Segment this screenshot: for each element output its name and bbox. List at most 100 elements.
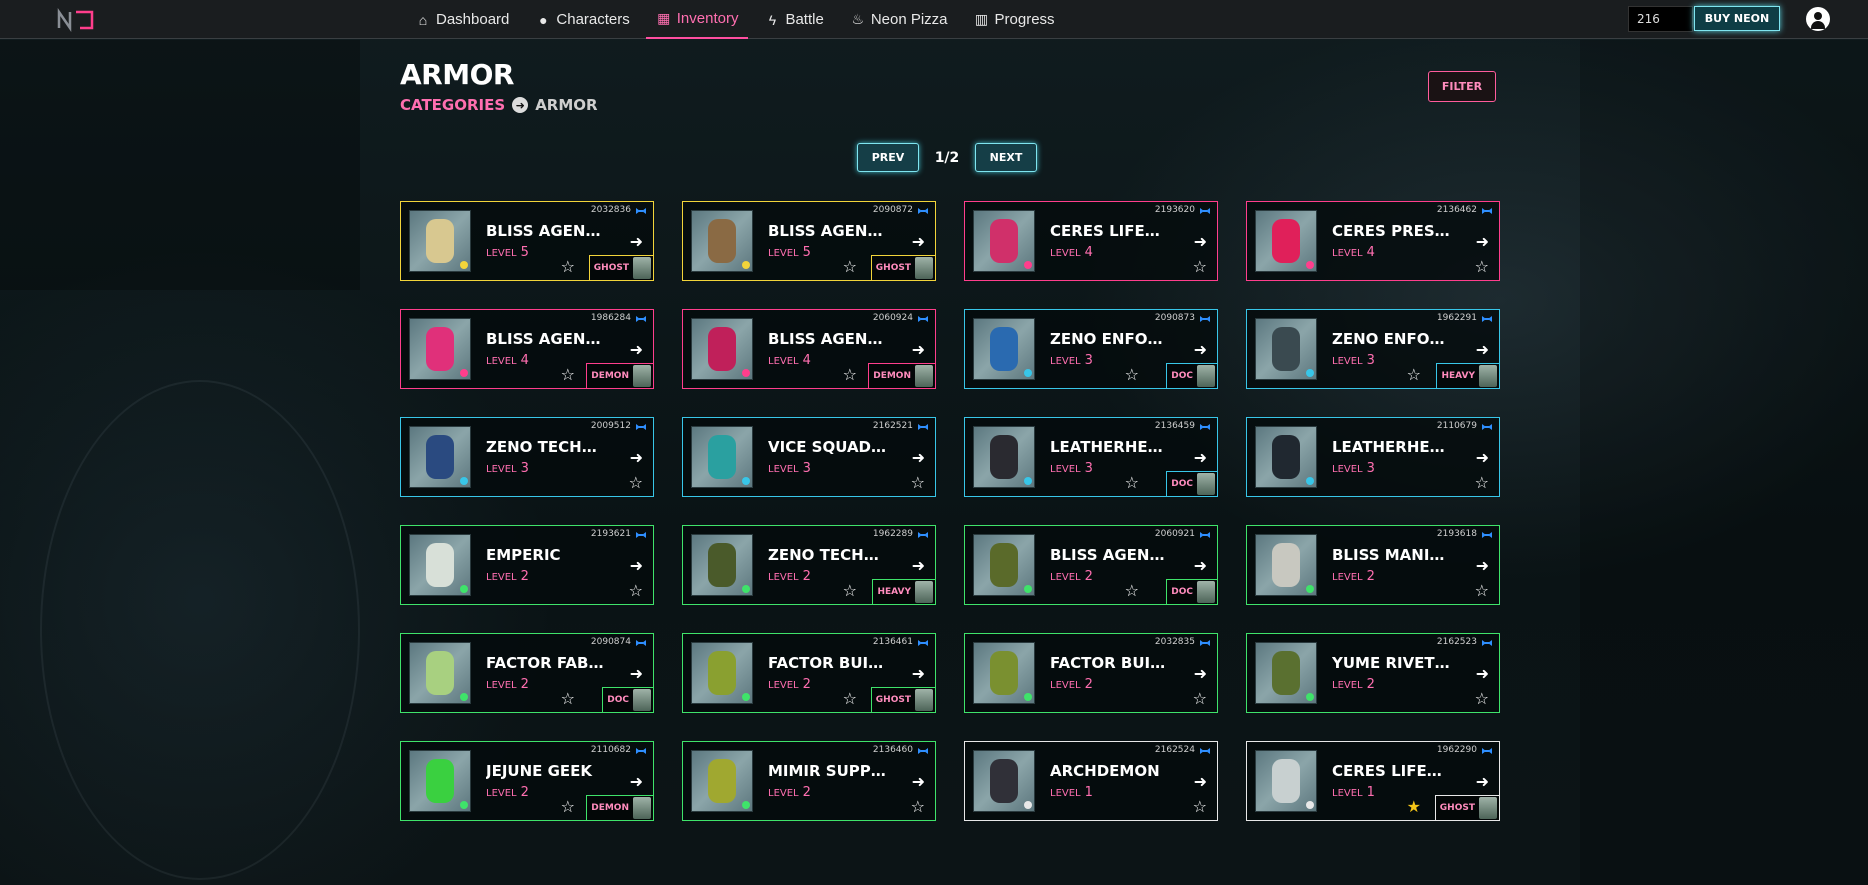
armor-card[interactable]: 2193621 EMPERIC LEVEL 2 ➜ ☆ [400,525,654,605]
armor-card[interactable]: 1986284 BLISS AGENT: ... LEVEL4 ➜ ☆ DEMO… [400,309,654,389]
breadcrumb-categories-link[interactable]: CATEGORIES [400,96,505,114]
arrow-right-icon[interactable]: ➜ [630,448,643,467]
buy-neon-button[interactable]: BUY NEON [1694,6,1780,31]
rarity-dot-icon [1306,801,1314,809]
nav-item-battle[interactable]: ϟ Battle [754,0,833,39]
nav-item-inventory[interactable]: ▦ Inventory [645,0,749,39]
favorite-star-icon[interactable]: ☆ [1475,257,1489,276]
arrow-right-icon[interactable]: ➜ [912,664,925,683]
arrow-right-icon[interactable]: ➜ [1194,556,1207,575]
rarity-dot-icon [1306,261,1314,269]
arrow-right-icon[interactable]: ➜ [630,664,643,683]
armor-grid: 2032836 BLISS AGENT: ... LEVEL5 ➜ ☆ GHOS… [400,201,1500,821]
arrow-right-icon[interactable]: ➜ [1194,664,1207,683]
arrow-right-icon[interactable]: ➜ [1194,448,1207,467]
armor-card[interactable]: 2136462 CERES PRESERV... LEVEL4 ➜ ☆ [1246,201,1500,281]
favorite-star-icon[interactable]: ☆ [843,689,857,708]
armor-card[interactable]: 2110682 JEJUNE GEEK LEVEL 2 ➜ ☆ DEMON [400,741,654,821]
armor-card[interactable]: 2193618 BLISS MANIPUL... LEVEL2 ➜ ☆ [1246,525,1500,605]
arrow-right-icon[interactable]: ➜ [1476,232,1489,251]
arrow-right-icon[interactable]: ➜ [912,448,925,467]
app-logo-icon[interactable] [56,8,96,32]
armor-card[interactable]: 1962290 CERES LIFEGIV... LEVEL1 ➜ ★ GHOS… [1246,741,1500,821]
arrow-right-icon[interactable]: ➜ [630,232,643,251]
favorite-star-icon[interactable]: ★ [1407,797,1421,816]
class-badge: DEMON [868,363,935,388]
rarity-dot-icon [1024,585,1032,593]
favorite-star-icon[interactable]: ☆ [843,365,857,384]
nav-item-dashboard[interactable]: ⌂ Dashboard [405,0,519,39]
arrow-right-icon[interactable]: ➜ [1476,556,1489,575]
neon-balance-input[interactable] [1628,6,1693,32]
favorite-star-icon[interactable]: ☆ [561,365,575,384]
armor-card[interactable]: 2060921 BLISS AGENT: ... LEVEL2 ➜ ☆ DOC [964,525,1218,605]
armor-card[interactable]: 2110679 LEATHERHEADZ ... LEVEL3 ➜ ☆ [1246,417,1500,497]
armor-card[interactable]: 2162521 VICE SQUAD MA... LEVEL3 ➜ ☆ [682,417,936,497]
item-id: 2090874 [590,637,631,647]
favorite-star-icon[interactable]: ☆ [1475,581,1489,600]
user-avatar-icon[interactable] [1806,7,1830,31]
favorite-star-icon[interactable]: ☆ [629,473,643,492]
favorite-star-icon[interactable]: ☆ [1125,365,1139,384]
armor-card[interactable]: 2060924 BLISS AGENT: ... LEVEL4 ➜ ☆ DEMO… [682,309,936,389]
nav-item-progress[interactable]: ▥ Progress [964,0,1065,39]
favorite-star-icon[interactable]: ☆ [911,473,925,492]
nav-item-label: Battle [785,11,824,28]
favorite-star-icon[interactable]: ☆ [1475,473,1489,492]
prev-page-button[interactable]: PREV [857,143,919,172]
favorite-star-icon[interactable]: ☆ [561,689,575,708]
arrow-right-icon[interactable]: ➜ [912,340,925,359]
arrow-right-icon[interactable]: ➜ [1194,340,1207,359]
arrow-right-icon[interactable]: ➜ [1194,772,1207,791]
favorite-star-icon[interactable]: ☆ [1125,581,1139,600]
armor-card[interactable]: 2136461 FACTOR BUILDE... LEVEL2 ➜ ☆ GHOS… [682,633,936,713]
favorite-star-icon[interactable]: ☆ [1193,257,1207,276]
favorite-star-icon[interactable]: ☆ [911,797,925,816]
arrow-right-icon[interactable]: ➜ [630,340,643,359]
arrow-right-icon[interactable]: ➜ [1194,232,1207,251]
armor-card[interactable]: 2136460 MIMIR SUPPORT LEVEL2 ➜ ☆ [682,741,936,821]
favorite-star-icon[interactable]: ☆ [1193,797,1207,816]
nav-item-characters[interactable]: ● Characters [525,0,639,39]
arrow-right-icon[interactable]: ➜ [912,772,925,791]
arrow-right-icon[interactable]: ➜ [1476,340,1489,359]
arrow-right-icon[interactable]: ➜ [912,556,925,575]
arrow-right-icon[interactable]: ➜ [1476,664,1489,683]
armor-card[interactable]: 2162524 ARCHDEMON LEVEL 1 ➜ ☆ [964,741,1218,821]
arrow-right-icon[interactable]: ➜ [1476,448,1489,467]
arrow-right-icon[interactable]: ➜ [912,232,925,251]
item-thumbnail [691,750,753,812]
armor-card[interactable]: 2032835 FACTOR BUILDE... LEVEL2 ➜ ☆ [964,633,1218,713]
armor-card[interactable]: 2162523 YUME RIVETER:... LEVEL2 ➜ ☆ [1246,633,1500,713]
armor-card[interactable]: 2090872 BLISS AGENT: ... LEVEL5 ➜ ☆ GHOS… [682,201,936,281]
chain-link-icon [918,640,928,646]
favorite-star-icon[interactable]: ☆ [843,581,857,600]
next-page-button[interactable]: NEXT [975,143,1037,172]
nav-item-neon-pizza[interactable]: ♨ Neon Pizza [840,0,958,39]
favorite-star-icon[interactable]: ☆ [629,581,643,600]
level-value: 3 [802,461,811,476]
item-level: LEVEL 2 [1050,569,1093,584]
item-level: LEVEL 3 [1332,461,1375,476]
armor-card[interactable]: 2136459 LEATHERHEADZ ... LEVEL3 ➜ ☆ DOC [964,417,1218,497]
favorite-star-icon[interactable]: ☆ [561,797,575,816]
arrow-right-icon[interactable]: ➜ [630,772,643,791]
armor-card[interactable]: 2090874 FACTOR FABRIC... LEVEL2 ➜ ☆ DOC [400,633,654,713]
arrow-right-icon[interactable]: ➜ [1476,772,1489,791]
filter-button[interactable]: FILTER [1428,71,1496,102]
armor-card[interactable]: 2090873 ZENO ENFORCER... LEVEL3 ➜ ☆ DOC [964,309,1218,389]
level-label: LEVEL [768,356,799,367]
armor-card[interactable]: 1962289 ZENO TECHNICI... LEVEL2 ➜ ☆ HEAV… [682,525,936,605]
armor-card[interactable]: 1962291 ZENO ENFORCER... LEVEL3 ➜ ☆ HEAV… [1246,309,1500,389]
armor-card[interactable]: 2032836 BLISS AGENT: ... LEVEL5 ➜ ☆ GHOS… [400,201,654,281]
arrow-right-icon[interactable]: ➜ [630,556,643,575]
favorite-star-icon[interactable]: ☆ [1407,365,1421,384]
favorite-star-icon[interactable]: ☆ [1193,689,1207,708]
armor-card[interactable]: 2009512 ZENO TECHNICI... LEVEL3 ➜ ☆ [400,417,654,497]
favorite-star-icon[interactable]: ☆ [843,257,857,276]
favorite-star-icon[interactable]: ☆ [1125,473,1139,492]
armor-card[interactable]: 2193620 CERES LIFEGIV... LEVEL4 ➜ ☆ [964,201,1218,281]
favorite-star-icon[interactable]: ☆ [561,257,575,276]
favorite-star-icon[interactable]: ☆ [1475,689,1489,708]
level-value: 3 [1084,353,1093,368]
